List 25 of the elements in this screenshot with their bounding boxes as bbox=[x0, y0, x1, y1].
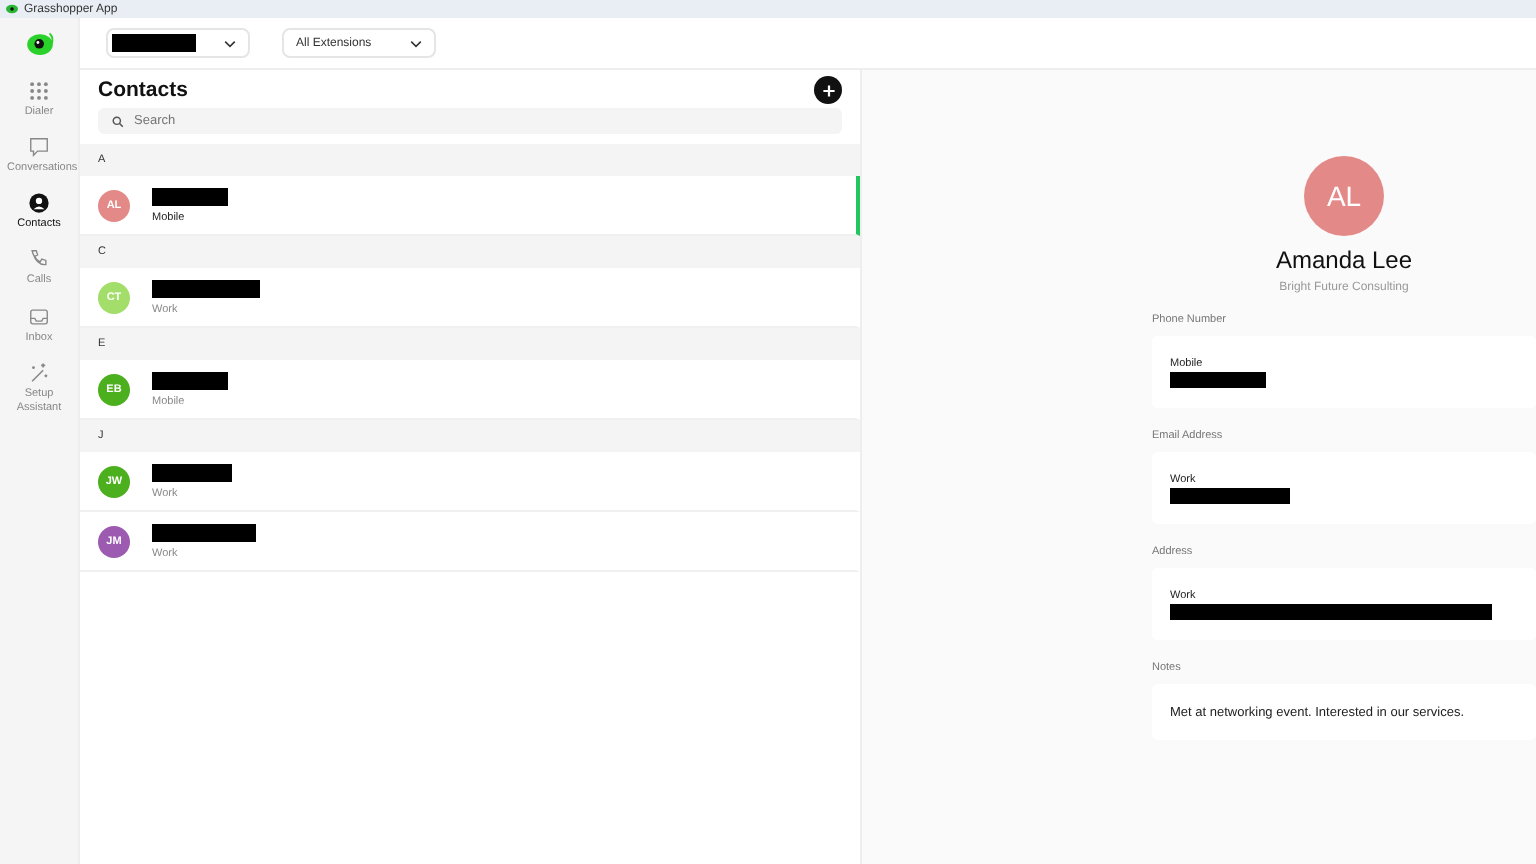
contacts-heading: Contacts bbox=[98, 78, 188, 102]
app-logo-icon bbox=[23, 30, 55, 56]
person-icon bbox=[28, 192, 50, 215]
inbox-tray-icon bbox=[28, 305, 50, 328]
keypad-icon bbox=[28, 80, 50, 102]
plus-icon bbox=[821, 83, 835, 97]
redaction-block bbox=[152, 279, 260, 297]
caret-icon bbox=[410, 39, 422, 47]
magic-wand-icon bbox=[28, 361, 50, 384]
redaction-block bbox=[152, 463, 232, 481]
search-icon bbox=[112, 115, 124, 127]
redaction-block bbox=[152, 371, 228, 389]
account-dropdown[interactable] bbox=[106, 28, 250, 58]
chat-bubble-icon bbox=[28, 136, 50, 159]
add-contact-button[interactable] bbox=[814, 76, 842, 104]
redaction-block bbox=[112, 34, 196, 52]
redaction-block bbox=[152, 187, 228, 205]
app-logo-icon bbox=[6, 4, 18, 14]
redaction-block bbox=[1170, 487, 1290, 503]
phone-icon bbox=[28, 248, 50, 271]
contact-name: Amanda Lee bbox=[1275, 246, 1413, 274]
redaction-block bbox=[1170, 371, 1266, 387]
caret-icon bbox=[224, 39, 236, 47]
redaction-block bbox=[152, 523, 256, 541]
avatar-circle: AL bbox=[1304, 156, 1384, 236]
